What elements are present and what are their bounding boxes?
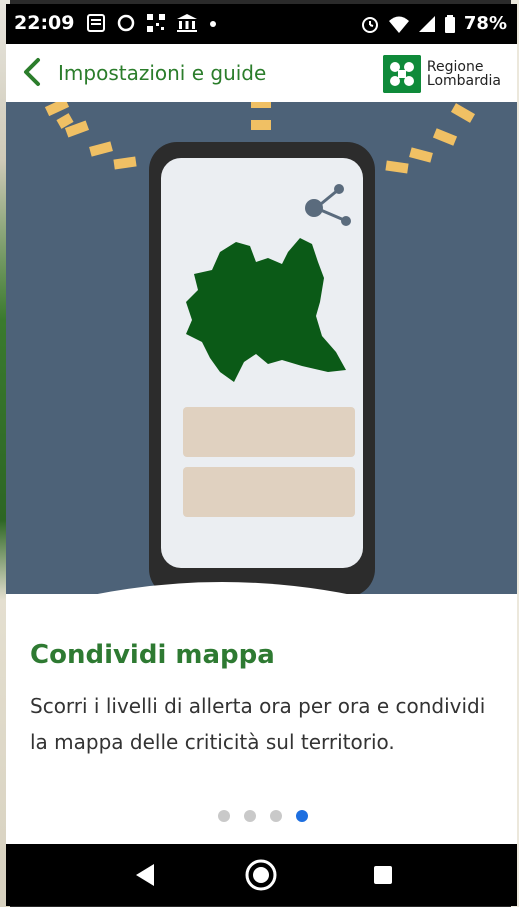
dot-icon	[210, 21, 216, 27]
chevron-left-icon[interactable]	[18, 57, 48, 87]
circle-icon	[117, 14, 135, 32]
status-time: 22:09	[14, 12, 75, 34]
slide-description: Scorri i livelli di allerta ora per ora …	[30, 694, 486, 754]
status-bar: 22:09 78%	[6, 4, 517, 44]
bank-icon	[177, 14, 197, 32]
battery-icon	[444, 14, 455, 33]
battery-percent: 78%	[463, 13, 507, 34]
home-circle-icon[interactable]	[244, 858, 278, 892]
page-title: Impostazioni e guide	[58, 61, 267, 85]
pager-dot[interactable]	[244, 810, 256, 822]
qr-icon	[147, 14, 165, 32]
pager-indicator	[218, 810, 308, 822]
slide-title: Condividi mappa	[30, 640, 275, 670]
notes-icon	[87, 14, 105, 32]
pager-dot[interactable]	[218, 810, 230, 822]
phone-screen: 22:09 78% Impostazioni e guide Regione L…	[6, 4, 517, 906]
pager-dot[interactable]	[270, 810, 282, 822]
signal-icon	[418, 15, 435, 32]
recents-square-icon[interactable]	[366, 858, 400, 892]
wifi-icon	[388, 16, 409, 33]
logo-line-1: Regione	[426, 59, 484, 75]
lombardia-rose-icon	[382, 55, 421, 93]
pager-dot-active[interactable]	[296, 810, 308, 822]
app-bar: Impostazioni e guide Regione Lombardia	[6, 44, 517, 102]
slide-illustration	[6, 102, 517, 632]
back-triangle-icon[interactable]	[128, 858, 162, 892]
alarm-icon	[361, 16, 378, 33]
phone-illustration	[44, 102, 476, 597]
system-nav-bar	[6, 844, 517, 906]
regione-lombardia-logo: Regione Lombardia	[382, 55, 501, 93]
logo-line-2: Lombardia	[426, 73, 501, 89]
